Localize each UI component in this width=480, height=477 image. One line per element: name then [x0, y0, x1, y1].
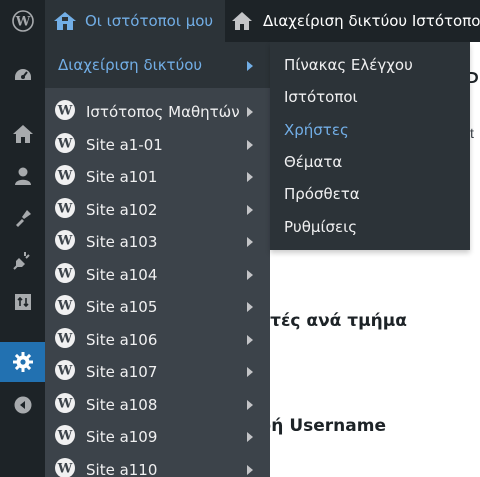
- plugins-icon[interactable]: [0, 243, 45, 277]
- site-item-label: Site a104: [86, 265, 158, 284]
- site-item[interactable]: W Site a102: [45, 194, 270, 226]
- network-admin-submenu: Πίνακας Ελέγχου Ιστότοποι Χρήστες Θέματα Πρό…: [270, 42, 470, 250]
- chevron-right-icon: [247, 204, 253, 215]
- svg-text:W: W: [57, 299, 73, 314]
- chevron-right-icon: [247, 139, 253, 150]
- network-submenu-item[interactable]: Θέματα: [284, 153, 342, 171]
- svg-text:W: W: [57, 234, 73, 249]
- settings-icon[interactable]: [0, 342, 45, 382]
- svg-text:W: W: [57, 364, 73, 379]
- site-item-label: Site a108: [86, 395, 158, 414]
- my-sites-dropdown: Διαχείριση δικτύου W Ιστότοπος Μαθητών W Si…: [45, 42, 270, 477]
- site-item[interactable]: W Site a107: [45, 356, 270, 388]
- home-icon: [232, 12, 252, 30]
- chevron-right-icon: [247, 399, 253, 410]
- chevron-right-icon: [247, 367, 253, 377]
- chevron-right-icon: [247, 464, 253, 475]
- section-heading-department: ητές ανά τμήμα: [258, 311, 407, 331]
- chevron-right-icon: [247, 107, 253, 117]
- chevron-right-icon: [247, 172, 253, 182]
- svg-text:W: W: [57, 396, 73, 411]
- svg-text:W: W: [57, 136, 73, 151]
- wordpress-logo-icon: W: [54, 457, 76, 477]
- network-submenu-item[interactable]: Χρήστες: [284, 121, 349, 139]
- wordpress-logo-icon: W: [54, 392, 76, 418]
- site-item-label: Site a106: [86, 330, 158, 349]
- network-admin-menu[interactable]: Διαχείριση δικτύου Ιστότοπος: [231, 0, 480, 42]
- network-admin-label: Διαχείριση δικτύου Ιστότοπος: [263, 12, 480, 30]
- site-item[interactable]: W Site a105: [45, 291, 270, 323]
- wordpress-logo-icon: W: [11, 10, 34, 32]
- sites-list: W Ιστότοπος Μαθητών W Site a1-01 W Site a101 W…: [45, 88, 270, 477]
- wordpress-logo-icon: W: [54, 197, 76, 223]
- wordpress-logo-icon: W: [54, 327, 76, 353]
- site-item[interactable]: W Site a109: [45, 421, 270, 453]
- site-item-label: Site a101: [86, 168, 158, 186]
- network-submenu-item[interactable]: Ιστότοποι: [284, 88, 358, 106]
- wordpress-logo-icon: W: [54, 294, 76, 320]
- site-item-label: Site a105: [86, 298, 158, 316]
- svg-text:W: W: [57, 331, 73, 346]
- wordpress-logo-icon: W: [54, 164, 76, 190]
- users-icon[interactable]: [0, 159, 45, 193]
- site-item-label: Site a109: [86, 428, 158, 446]
- chevron-right-icon: [247, 269, 253, 280]
- my-sites-icon: [54, 12, 76, 30]
- site-item-label: Site a103: [86, 233, 158, 251]
- chevron-right-icon: [247, 237, 253, 247]
- chevron-right-icon: [247, 334, 253, 345]
- svg-text:W: W: [57, 169, 73, 184]
- site-item-label: Site a102: [86, 200, 158, 219]
- dashboard-icon[interactable]: [0, 59, 45, 93]
- svg-text:W: W: [57, 104, 73, 119]
- wordpress-logo-icon: W: [54, 424, 76, 450]
- wordpress-logo-icon: W: [54, 132, 76, 158]
- page-subtext: t: [470, 125, 474, 141]
- site-item-label: Site a1-01: [86, 135, 163, 154]
- updates-icon[interactable]: [0, 285, 45, 319]
- network-admin-submenu-label: Διαχείριση δικτύου: [58, 56, 203, 74]
- wordpress-logo-icon: W: [54, 359, 76, 385]
- svg-text:W: W: [57, 266, 73, 281]
- svg-text:W: W: [57, 429, 73, 444]
- svg-text:W: W: [57, 201, 73, 216]
- screen: P t ητές ανά τμήμα φή Username W Οι ιστό…: [0, 0, 480, 477]
- network-submenu-item[interactable]: Ρυθμίσεις: [284, 218, 357, 236]
- site-item[interactable]: W Site a106: [45, 324, 270, 356]
- admin-sidebar: [0, 42, 45, 477]
- site-item[interactable]: W Site a1-01: [45, 129, 270, 161]
- wordpress-logo-icon: W: [54, 262, 76, 288]
- sites-icon[interactable]: [0, 117, 45, 151]
- collapse-icon[interactable]: [0, 388, 45, 422]
- section-heading-username: φή Username: [258, 416, 386, 436]
- wordpress-logo-icon: W: [54, 229, 76, 255]
- network-submenu-item[interactable]: Πρόσθετα: [284, 185, 360, 203]
- wordpress-logo-icon: W: [54, 99, 76, 125]
- svg-text:W: W: [14, 15, 30, 30]
- my-sites-menu[interactable]: Οι ιστότοποι μου: [45, 0, 225, 42]
- site-item[interactable]: W Site a110: [45, 454, 270, 477]
- site-item[interactable]: W Site a108: [45, 389, 270, 421]
- svg-text:W: W: [57, 461, 73, 476]
- site-item[interactable]: W Site a103: [45, 226, 270, 258]
- themes-icon[interactable]: [0, 201, 45, 235]
- wordpress-logo-button[interactable]: W: [0, 0, 45, 42]
- chevron-right-icon: [247, 302, 253, 312]
- admin-bar: W Οι ιστότοποι μου Διαχείριση δικτύου Ισ…: [0, 0, 480, 42]
- site-item[interactable]: W Ιστότοπος Μαθητών: [45, 96, 270, 128]
- site-item[interactable]: W Site a101: [45, 161, 270, 193]
- network-submenu-item[interactable]: Πίνακας Ελέγχου: [284, 56, 413, 74]
- site-item-label: Site a110: [86, 460, 158, 477]
- chevron-right-icon: [247, 61, 253, 71]
- site-item-label: Ιστότοπος Μαθητών: [86, 103, 240, 121]
- my-sites-label: Οι ιστότοποι μου: [85, 12, 214, 30]
- chevron-right-icon: [247, 432, 253, 442]
- site-item-label: Site a107: [86, 363, 158, 381]
- site-item[interactable]: W Site a104: [45, 259, 270, 291]
- network-admin-submenu-trigger[interactable]: Διαχείριση δικτύου: [45, 42, 270, 88]
